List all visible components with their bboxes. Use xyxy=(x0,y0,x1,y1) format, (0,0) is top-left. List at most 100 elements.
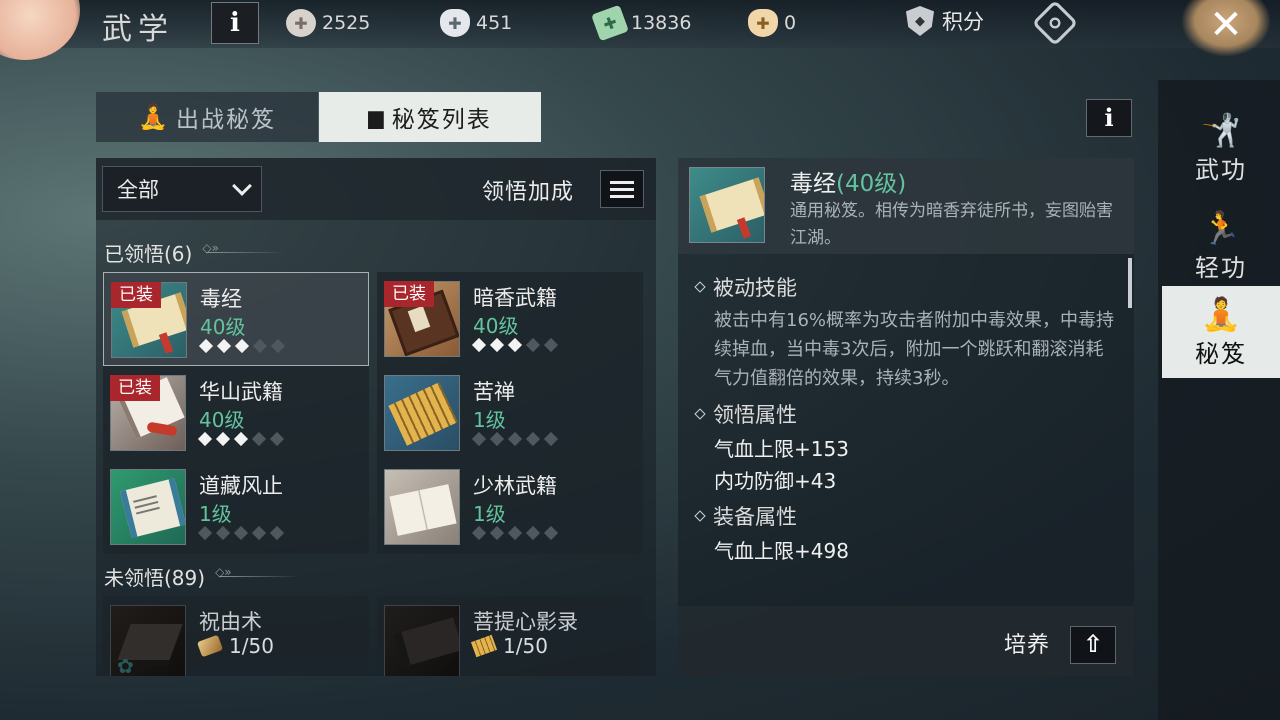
star-empty-icon xyxy=(471,525,487,541)
currency-silver-coin[interactable]: ✚ 2525 xyxy=(286,8,370,38)
manual-detail-panel: 毒经(40级) 通用秘笈。相传为暗香弃徒所书，妄图贻害江湖。 被动技能 被击中有… xyxy=(678,158,1134,676)
martial-figure-icon: 🤺 xyxy=(1201,110,1241,149)
currency-gold-ingot[interactable]: ✚ 0 xyxy=(748,8,796,38)
list-header: 全部 领悟加成 xyxy=(96,158,656,220)
manual-level: 1级 xyxy=(473,408,506,432)
nav-item-manuals[interactable]: 🧘 秘笈 xyxy=(1162,286,1280,378)
star-empty-icon xyxy=(197,525,213,541)
star-rating xyxy=(471,337,559,353)
detail-footer: 培养 ⇧ xyxy=(678,606,1134,676)
currency-jade-note[interactable]: ✚ 13836 xyxy=(591,4,691,42)
tab-battle-manuals[interactable]: 🧘 出战秘笈 xyxy=(96,92,318,142)
manual-name: 毒经 xyxy=(200,287,242,311)
star-empty-icon xyxy=(269,431,285,447)
silver-ingot-icon: ✚ xyxy=(440,9,470,37)
manual-card-dujing[interactable]: 已装 毒经 40级 xyxy=(103,272,369,366)
section-label: 已领悟(6) xyxy=(104,242,193,266)
settings-gear-icon[interactable] xyxy=(1031,0,1079,47)
meditation-icon: 🧘 xyxy=(138,103,170,131)
fragment-progress: 1/50 xyxy=(470,634,548,658)
manual-card-daozang[interactable]: 道藏风止 1级 xyxy=(103,460,369,554)
manual-card-anxiang[interactable]: 已装 暗香武籍 40级 xyxy=(377,272,643,366)
divider-decoration xyxy=(215,565,300,579)
star-empty-icon xyxy=(489,525,505,541)
shield-icon: ◆ xyxy=(906,6,934,36)
dropdown-value: 全部 xyxy=(117,178,159,202)
heading-label: 装备属性 xyxy=(713,505,797,529)
star-rating xyxy=(198,338,286,354)
detail-thumbnail xyxy=(689,167,765,243)
nav-item-martial[interactable]: 🤺 武功 xyxy=(1162,102,1280,194)
star-filled-icon xyxy=(234,338,250,354)
detail-header: 毒经(40级) 通用秘笈。相传为暗香弃徒所书，妄图贻害江湖。 xyxy=(678,158,1134,254)
chevron-down-icon xyxy=(232,176,252,196)
fragment-progress: 1/50 xyxy=(196,634,274,658)
star-empty-icon xyxy=(489,431,505,447)
nav-item-qinggong[interactable]: 🏃 轻功 xyxy=(1162,200,1280,292)
list-view-button[interactable] xyxy=(600,170,644,208)
manual-card-shaolin[interactable]: 少林武籍 1级 xyxy=(377,460,643,554)
manual-thumbnail xyxy=(110,605,186,676)
detail-description: 通用秘笈。相传为暗香弃徒所书，妄图贻害江湖。 xyxy=(790,201,1113,248)
star-empty-icon xyxy=(543,525,559,541)
manual-card-puti[interactable]: 菩提心影录 1/50 xyxy=(377,596,643,676)
star-filled-icon xyxy=(216,338,232,354)
manual-name: 菩提心影录 xyxy=(473,610,578,634)
star-empty-icon xyxy=(251,431,267,447)
top-bar: 武学 i ✚ 2525 ✚ 451 ✚ 13836 ✚ 0 ◆ 积分 ✕ xyxy=(0,0,1280,60)
manual-name: 暗香武籍 xyxy=(473,286,557,310)
star-rating xyxy=(197,525,285,541)
comprehend-attr-heading: 领悟属性 xyxy=(694,399,1114,429)
star-empty-icon xyxy=(252,338,268,354)
manual-card-kuchan[interactable]: 苦禅 1级 xyxy=(377,366,643,460)
section-label: 未领悟(89) xyxy=(104,566,206,590)
divider-decoration xyxy=(202,241,287,255)
star-empty-icon xyxy=(525,337,541,353)
star-empty-icon xyxy=(543,337,559,353)
diamond-icon xyxy=(694,510,706,522)
page-title: 武学 xyxy=(102,12,174,47)
attribute-line: 内功防御+43 xyxy=(714,469,837,493)
detail-body[interactable]: 被动技能 被击中有16%概率为攻击者附加中毒效果，中毒持续掉血，当中毒3次后，附… xyxy=(678,256,1134,604)
moon-decoration xyxy=(0,0,80,60)
star-empty-icon xyxy=(233,525,249,541)
currency-value: 451 xyxy=(476,12,513,34)
star-filled-icon xyxy=(198,338,214,354)
category-filter-dropdown[interactable]: 全部 xyxy=(102,166,262,212)
star-empty-icon xyxy=(251,525,267,541)
close-button[interactable]: ✕ xyxy=(1182,0,1270,56)
meditation-figure-icon: 🧘 xyxy=(1201,294,1241,333)
nav-label: 秘笈 xyxy=(1195,339,1247,368)
cultivate-label: 培养 xyxy=(1004,633,1051,658)
star-empty-icon xyxy=(525,431,541,447)
star-filled-icon xyxy=(233,431,249,447)
score-button[interactable]: ◆ 积分 xyxy=(906,6,984,36)
currency-value: 2525 xyxy=(322,12,371,34)
star-empty-icon xyxy=(215,525,231,541)
info-button[interactable]: i xyxy=(211,2,259,44)
manual-thumbnail xyxy=(384,375,460,451)
tab-label: 出战秘笈 xyxy=(175,107,276,133)
star-empty-icon xyxy=(270,338,286,354)
currency-silver-ingot[interactable]: ✚ 451 xyxy=(440,8,512,38)
heading-label: 被动技能 xyxy=(713,276,797,300)
unlearned-section-title: 未领悟(89) xyxy=(104,562,300,591)
nav-label: 武功 xyxy=(1195,155,1247,184)
tab-manual-list[interactable]: ▆ 秘笈列表 xyxy=(319,92,541,142)
manual-level: 1级 xyxy=(473,502,506,526)
diamond-icon xyxy=(694,408,706,420)
progress-value: 1/50 xyxy=(229,634,274,658)
star-empty-icon xyxy=(543,431,559,447)
info-button-secondary[interactable]: i xyxy=(1086,99,1132,137)
manual-list-panel: 全部 领悟加成 已领悟(6) 已装 毒经 40级 已装 暗香武籍 40级 已装 … xyxy=(96,158,656,676)
star-rating xyxy=(471,431,559,447)
scrollbar[interactable] xyxy=(1128,258,1132,308)
detail-name: 毒经 xyxy=(790,171,836,197)
manual-thumbnail xyxy=(384,605,460,676)
star-empty-icon xyxy=(507,431,523,447)
cultivate-button[interactable]: ⇧ xyxy=(1070,626,1116,664)
manual-card-zhuyou[interactable]: 祝由术 1/50 xyxy=(103,596,369,676)
manual-card-huashan[interactable]: 已装 华山武籍 40级 xyxy=(103,366,369,460)
star-rating xyxy=(471,525,559,541)
star-filled-icon xyxy=(489,337,505,353)
